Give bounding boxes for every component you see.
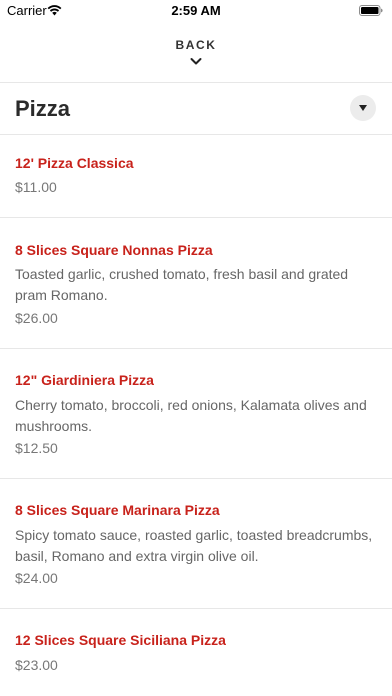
menu-item-description: Cherry tomato, broccoli, red onions, Kal… bbox=[15, 397, 367, 434]
back-button[interactable]: BACK bbox=[146, 33, 246, 73]
menu-item[interactable]: 8 Slices Square Nonnas Pizza Toasted gar… bbox=[0, 218, 392, 348]
section-dropdown-button[interactable] bbox=[350, 95, 376, 121]
menu-item[interactable]: 12" Giardiniera Pizza Cherry tomato, bro… bbox=[0, 349, 392, 478]
menu-item-name: 8 Slices Square Marinara Pizza bbox=[15, 502, 220, 518]
back-label: BACK bbox=[175, 38, 217, 52]
menu-item-price: $11.00 bbox=[15, 179, 57, 195]
menu-item-price: $23.00 bbox=[15, 657, 58, 673]
section-header: Pizza bbox=[0, 83, 392, 134]
battery-icon bbox=[359, 5, 383, 16]
clock: 2:59 AM bbox=[171, 3, 221, 18]
menu-item-description: Toasted garlic, crushed tomato, fresh ba… bbox=[15, 266, 349, 303]
menu-item-name: 8 Slices Square Nonnas Pizza bbox=[15, 242, 213, 258]
section-title: Pizza bbox=[15, 96, 71, 121]
chevron-down-icon bbox=[190, 58, 202, 65]
caret-down-icon bbox=[359, 105, 367, 111]
menu-item[interactable]: 8 Slices Square Marinara Pizza Spicy tom… bbox=[0, 479, 392, 608]
menu-item-price: $24.00 bbox=[15, 570, 58, 586]
menu-item-price: $26.00 bbox=[15, 310, 58, 326]
menu-item[interactable]: 12' Pizza Classica $11.00 bbox=[0, 135, 392, 217]
status-bar: Carrier 2:59 AM bbox=[0, 0, 392, 22]
menu-item-description: Spicy tomato sauce, roasted garlic, toas… bbox=[15, 527, 373, 564]
menu-item-name: 12" Giardiniera Pizza bbox=[15, 372, 154, 388]
menu-item-price: $12.50 bbox=[15, 440, 58, 456]
menu-item-name: 12 Slices Square Siciliana Pizza bbox=[15, 632, 226, 648]
menu-item[interactable]: 12 Slices Square Siciliana Pizza $23.00 bbox=[0, 609, 392, 696]
menu-item-name: 12' Pizza Classica bbox=[15, 155, 134, 171]
